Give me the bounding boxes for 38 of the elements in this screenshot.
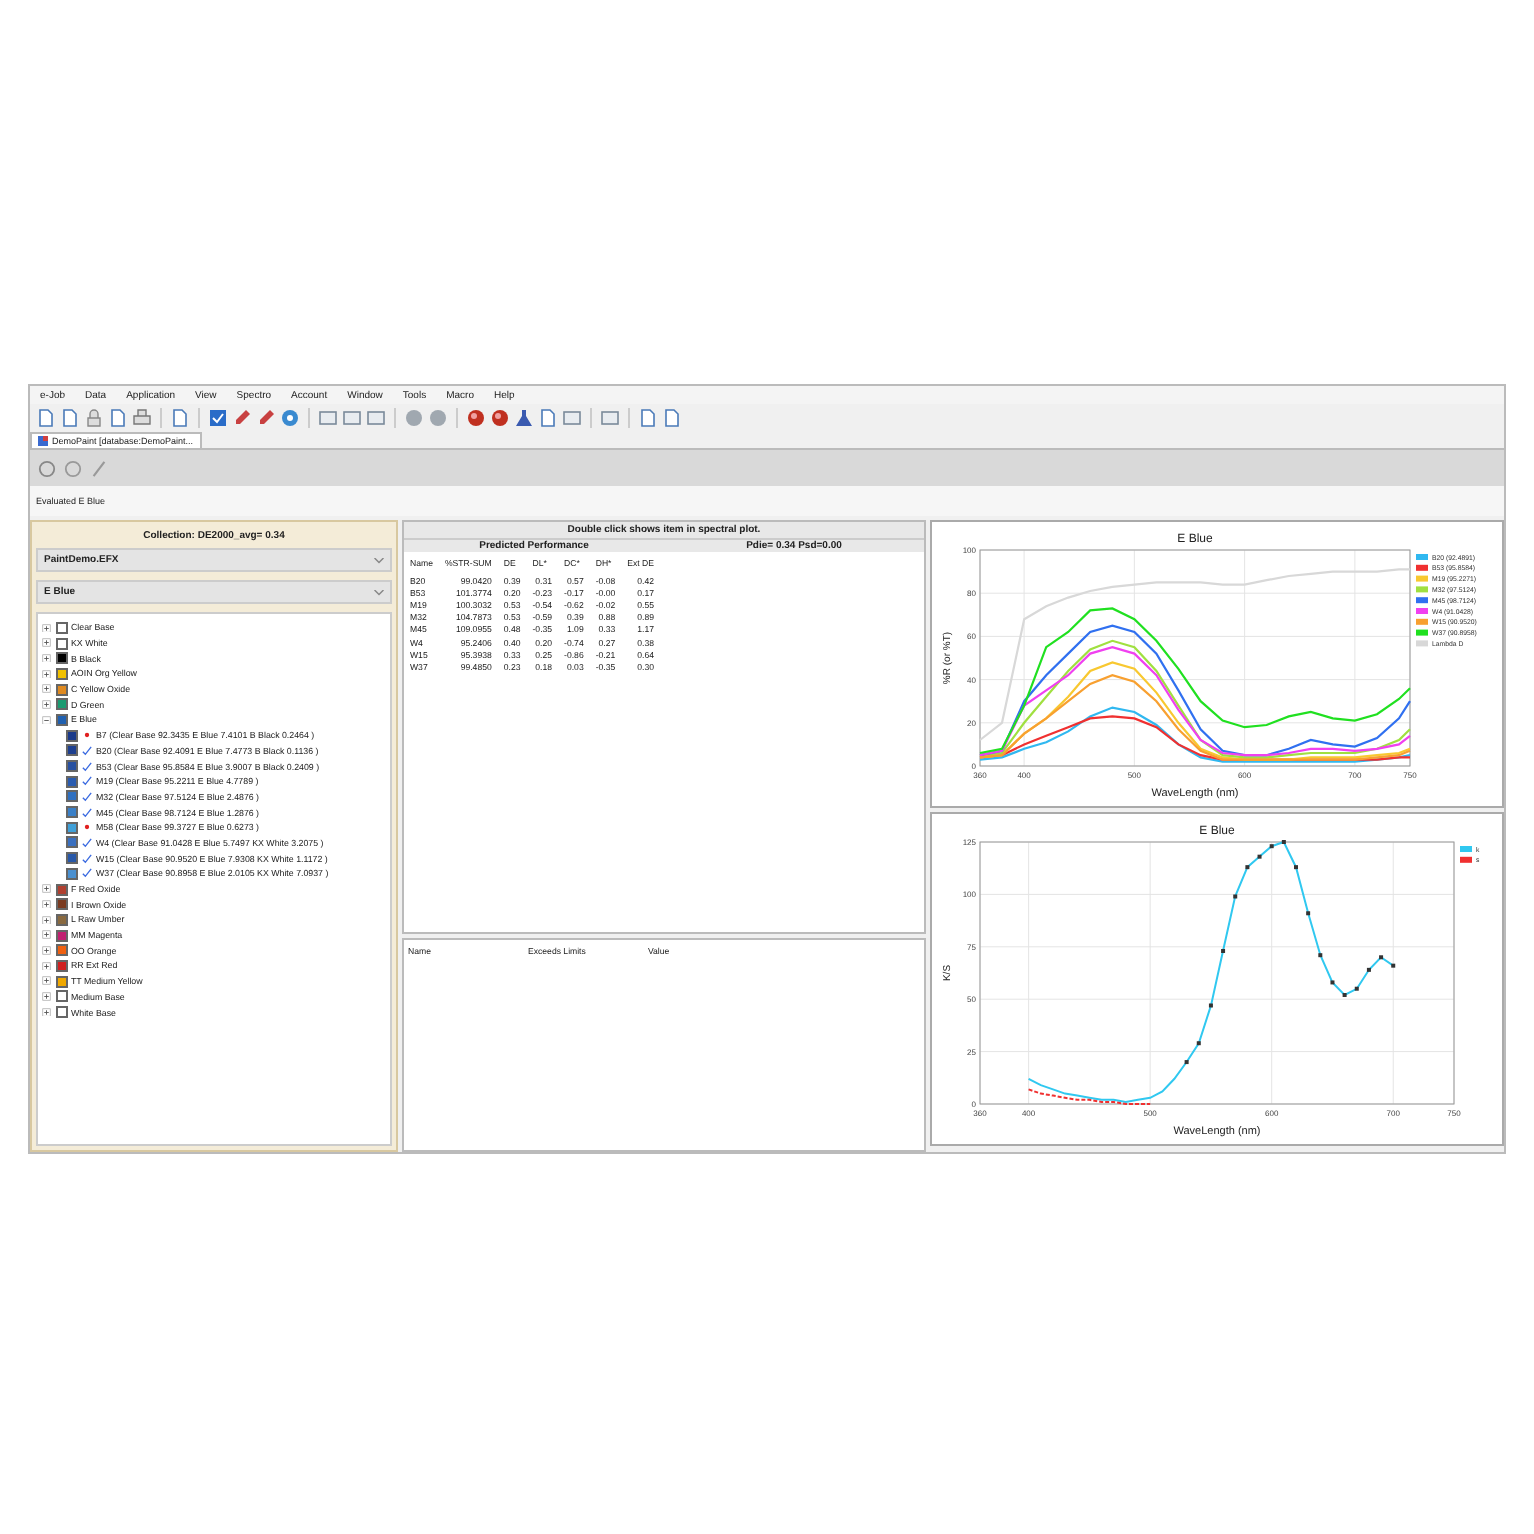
- checkbox-icon[interactable]: [208, 408, 228, 428]
- expand-icon[interactable]: [42, 884, 51, 894]
- caret-icon: [374, 589, 384, 595]
- document-icon[interactable]: [538, 408, 558, 428]
- expand-icon[interactable]: [42, 700, 51, 710]
- ball-icon[interactable]: [490, 408, 510, 428]
- expand-icon[interactable]: [42, 930, 51, 940]
- lock-icon[interactable]: [84, 408, 104, 428]
- check-icon[interactable]: [82, 853, 92, 864]
- printer-icon[interactable]: [132, 408, 152, 428]
- check-icon[interactable]: [82, 868, 92, 879]
- expand-icon[interactable]: [42, 976, 51, 986]
- expand-icon[interactable]: [42, 1007, 51, 1017]
- expand-icon[interactable]: [42, 992, 51, 1002]
- check-icon[interactable]: [82, 807, 92, 818]
- dot-icon[interactable]: [82, 822, 92, 833]
- expand-icon[interactable]: [42, 684, 51, 694]
- flask-icon[interactable]: [514, 408, 534, 428]
- dot-icon[interactable]: [82, 730, 92, 741]
- ball-icon[interactable]: [466, 408, 486, 428]
- check-icon[interactable]: [82, 745, 92, 756]
- document-icon[interactable]: [170, 408, 190, 428]
- check-icon[interactable]: [82, 837, 92, 848]
- app-icon: [38, 436, 48, 446]
- check-icon[interactable]: [82, 776, 92, 787]
- caret-icon: [374, 557, 384, 563]
- expand-icon[interactable]: [42, 915, 51, 925]
- expand-icon[interactable]: [42, 623, 51, 633]
- expand-icon[interactable]: [42, 653, 51, 663]
- check-icon[interactable]: [82, 761, 92, 772]
- expand-icon[interactable]: [42, 669, 51, 679]
- expand-icon[interactable]: [42, 961, 51, 971]
- collapse-icon[interactable]: [42, 715, 51, 725]
- expand-icon[interactable]: [42, 946, 51, 956]
- expand-icon[interactable]: [42, 638, 51, 648]
- document-icon[interactable]: [108, 408, 128, 428]
- expand-icon[interactable]: [42, 899, 51, 909]
- check-icon[interactable]: [82, 791, 92, 802]
